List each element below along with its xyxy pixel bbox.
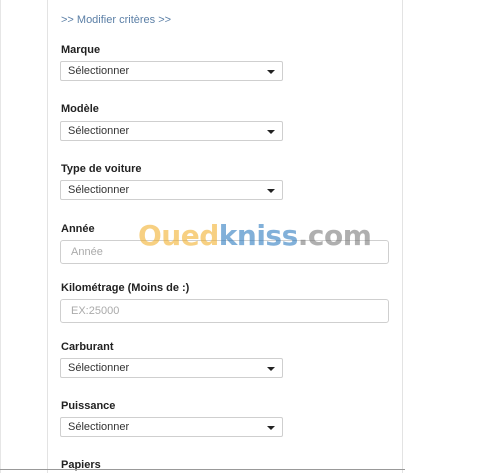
carburant-select[interactable]: Sélectionner xyxy=(60,358,283,378)
chevron-down-icon xyxy=(267,130,275,134)
type-voiture-label: Type de voiture xyxy=(61,163,142,175)
page-left-border xyxy=(0,0,1,473)
chevron-down-icon xyxy=(267,189,275,193)
chevron-down-icon xyxy=(267,70,275,74)
puissance-select-value: Sélectionner xyxy=(68,421,130,433)
modele-select[interactable]: Sélectionner xyxy=(60,121,283,141)
chevron-down-icon xyxy=(267,426,275,430)
kilometrage-label: Kilométrage (Moins de :) xyxy=(61,282,190,294)
chevron-down-icon xyxy=(267,367,275,371)
modele-select-value: Sélectionner xyxy=(68,125,130,137)
marque-select[interactable]: Sélectionner xyxy=(60,61,283,81)
modify-criteria-link[interactable]: >> Modifier critères >> xyxy=(61,14,171,26)
marque-select-value: Sélectionner xyxy=(68,65,130,77)
kilometrage-input[interactable] xyxy=(60,299,389,323)
modele-label: Modèle xyxy=(61,103,99,115)
puissance-select[interactable]: Sélectionner xyxy=(60,417,283,437)
puissance-label: Puissance xyxy=(61,400,116,412)
carburant-label: Carburant xyxy=(61,341,114,353)
annee-input[interactable] xyxy=(60,240,389,264)
type-voiture-select-value: Sélectionner xyxy=(68,184,130,196)
type-voiture-select[interactable]: Sélectionner xyxy=(60,180,283,200)
bottom-divider xyxy=(0,469,405,470)
marque-label: Marque xyxy=(61,44,101,56)
annee-label: Année xyxy=(61,223,95,235)
carburant-select-value: Sélectionner xyxy=(68,362,130,374)
